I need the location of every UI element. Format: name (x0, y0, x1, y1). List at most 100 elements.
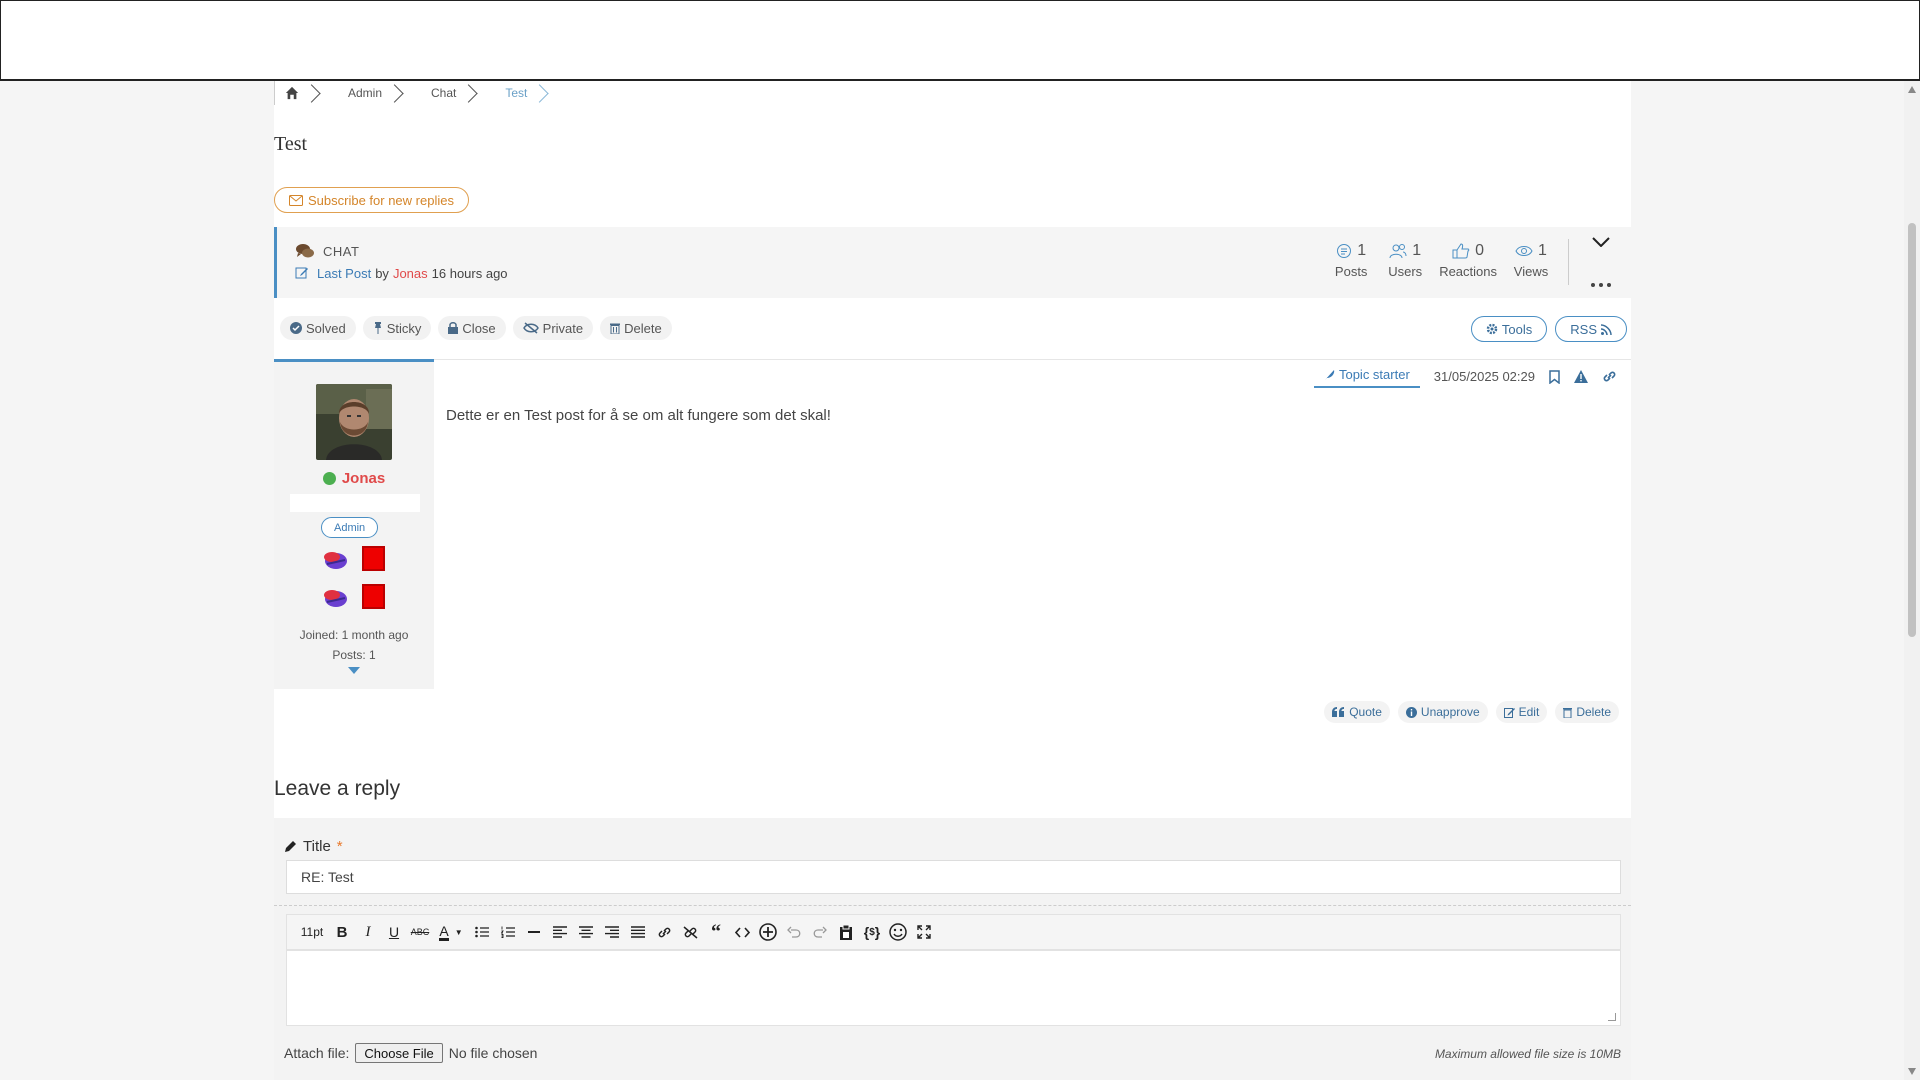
by-text: by (375, 265, 389, 281)
reply-title-input[interactable]: RE: Test (286, 860, 1621, 894)
stat-value: 1 (1412, 242, 1422, 259)
scroll-up-icon[interactable] (1908, 86, 1916, 93)
quote-icon (1332, 707, 1345, 717)
paste-icon[interactable] (833, 919, 859, 945)
attach-file-row: Attach file: Choose File No file chosen (284, 1043, 537, 1063)
topic-info-bar: CHAT Last Post by Jonas 16 hours ago 1 P… (274, 227, 1631, 298)
italic-icon[interactable]: I (355, 919, 381, 945)
caret-down-icon[interactable] (348, 667, 360, 674)
breadcrumb-chat[interactable]: Chat (419, 81, 493, 105)
bullet-list-icon[interactable] (469, 919, 495, 945)
rss-button[interactable]: RSS (1555, 316, 1627, 342)
emoji-icon[interactable] (885, 919, 911, 945)
unlink-icon[interactable] (677, 919, 703, 945)
bookmark-icon[interactable] (1549, 369, 1560, 384)
numbered-list-icon[interactable] (495, 919, 521, 945)
post-date: 31/05/2025 02:29 (1433, 369, 1535, 384)
edit-button[interactable]: Edit (1495, 701, 1548, 723)
strikethrough-icon[interactable]: ABC (407, 919, 433, 945)
align-justify-icon[interactable] (625, 919, 651, 945)
warning-icon[interactable] (1574, 370, 1588, 383)
topic-tools: Tools RSS (1470, 316, 1627, 342)
stat-reactions: 0 Reactions (1439, 240, 1497, 279)
post-author-panel: Jonas Admin Joined: 1 month ago Posts: 1 (274, 359, 434, 689)
subscribe-button[interactable]: Subscribe for new replies (274, 187, 469, 213)
link-icon[interactable] (1602, 370, 1617, 383)
stat-value: 0 (1475, 242, 1485, 259)
breadcrumb-test[interactable]: Test (493, 81, 564, 105)
text-color-icon[interactable]: A ▼ (433, 919, 469, 945)
chevron-right-icon (459, 83, 479, 103)
post-body: Dette er en Test post for å se om alt fu… (446, 407, 831, 424)
reply-editor[interactable] (286, 950, 1621, 1026)
sticky-button[interactable]: Sticky (362, 316, 432, 340)
delete-topic-button[interactable]: Delete (600, 316, 672, 340)
resize-handle-icon[interactable] (1608, 1013, 1616, 1021)
breadcrumb-home[interactable] (274, 81, 336, 105)
source-code-icon[interactable]: {$} (859, 919, 885, 945)
chevron-right-icon (385, 83, 404, 103)
breadcrumb-admin[interactable]: Admin (336, 81, 419, 105)
breadcrumb-label: Chat (431, 86, 457, 100)
no-file-text: No file chosen (448, 1045, 538, 1061)
topic-info: CHAT Last Post by Jonas 16 hours ago (295, 240, 508, 284)
attach-label: Attach file: (284, 1045, 350, 1061)
envelope-icon (289, 194, 303, 206)
horizontal-rule-icon[interactable] (521, 919, 547, 945)
code-icon[interactable] (729, 919, 755, 945)
chevron-right-icon (302, 83, 321, 103)
check-circle-icon (290, 322, 302, 334)
align-right-icon[interactable] (599, 919, 625, 945)
last-post-user[interactable]: Jonas (393, 266, 428, 281)
choose-file-button[interactable]: Choose File (355, 1043, 443, 1063)
delete-post-button[interactable]: Delete (1555, 701, 1619, 723)
redo-icon[interactable] (807, 919, 833, 945)
red-badge-icon (362, 584, 386, 609)
avatar[interactable] (316, 384, 392, 460)
breadcrumb-label: Test (505, 86, 528, 100)
rss-label: RSS (1570, 321, 1597, 337)
tools-button[interactable]: Tools (1470, 316, 1548, 342)
insert-plus-icon[interactable] (755, 919, 781, 945)
more-icon (1591, 283, 1611, 287)
topic-info-menu[interactable] (1589, 237, 1613, 287)
scroll-down-icon[interactable] (1908, 1068, 1916, 1075)
author-title-box (290, 494, 420, 512)
bold-icon[interactable]: B (329, 919, 355, 945)
link-icon[interactable] (651, 919, 677, 945)
tools-label: Tools (1501, 321, 1533, 337)
solved-button[interactable]: Solved (280, 316, 356, 340)
topic-stats: 1 Posts 1 Users 0 Reactions 1 Views (1331, 240, 1551, 279)
unapprove-button[interactable]: Unapprove (1397, 701, 1488, 723)
author-name-text: Jonas (341, 470, 386, 487)
chevron-right-icon (530, 83, 550, 103)
scrollbar-thumb[interactable] (1908, 223, 1916, 637)
align-left-icon[interactable] (547, 919, 573, 945)
font-size-select[interactable]: 11pt (295, 919, 329, 945)
stat-users: 1 Users (1385, 240, 1425, 279)
quote-button[interactable]: Quote (1324, 701, 1390, 723)
private-button[interactable]: Private (512, 316, 594, 340)
close-button[interactable]: Close (438, 316, 506, 340)
author-name[interactable]: Jonas (274, 470, 434, 487)
underline-icon[interactable]: U (381, 919, 407, 945)
undo-icon[interactable] (781, 919, 807, 945)
badge-row (316, 584, 392, 609)
rss-icon (1601, 323, 1612, 335)
online-status-icon (322, 472, 336, 485)
align-center-icon[interactable] (573, 919, 599, 945)
blockquote-icon[interactable]: “ (703, 919, 729, 945)
subscribe-label: Subscribe for new replies (308, 192, 454, 208)
page-title: Test (274, 133, 308, 155)
title-label: Title (303, 838, 331, 855)
reply-form: Title * RE: Test 11pt B I U ABC A ▼ “ {… (274, 818, 1631, 1080)
role-badge: Admin (321, 517, 379, 538)
fullscreen-icon[interactable] (911, 919, 937, 945)
sticky-label: Sticky (386, 320, 422, 336)
last-post-link[interactable]: Last Post (317, 266, 371, 281)
red-badge-icon (362, 546, 386, 571)
divider (274, 905, 1631, 906)
edit-label: Edit (1518, 705, 1540, 719)
scrollbar[interactable] (1904, 81, 1920, 1080)
feather-icon (1324, 369, 1335, 380)
